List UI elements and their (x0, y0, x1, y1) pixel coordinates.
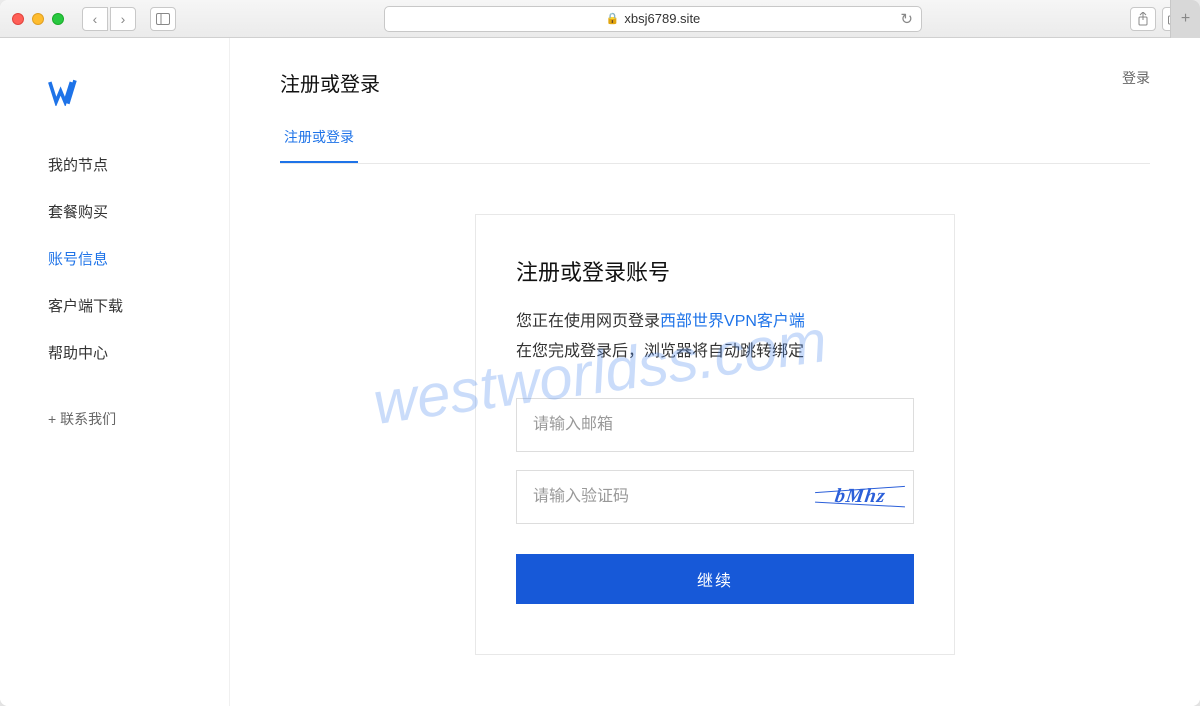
lock-icon: 🔒 (606, 12, 620, 25)
login-card: 注册或登录账号 您正在使用网页登录西部世界VPN客户端 在您完成登录后，浏览器将… (475, 214, 955, 655)
sidebar-item-contact[interactable]: + 联系我们 (0, 396, 229, 442)
card-title: 注册或登录账号 (516, 255, 914, 287)
card-desc-prefix: 您正在使用网页登录 (516, 313, 660, 330)
sidebar: 我的节点 套餐购买 账号信息 客户端下载 帮助中心 + 联系我们 (0, 38, 230, 706)
page-title: 注册或登录 (280, 68, 380, 97)
vpn-client-link[interactable]: 西部世界VPN客户端 (660, 313, 805, 330)
back-button[interactable]: ‹ (82, 7, 108, 31)
captcha-text: bMhz (833, 485, 887, 508)
sidebar-item-nodes[interactable]: 我的节点 (0, 141, 229, 188)
maximize-window-button[interactable] (52, 13, 64, 25)
share-button[interactable] (1130, 7, 1156, 31)
url-host: xbsj6789.site (624, 11, 700, 26)
sidebar-toggle-button[interactable] (150, 7, 176, 31)
tab-register-login[interactable]: 注册或登录 (280, 127, 358, 163)
sidebar-item-download[interactable]: 客户端下载 (0, 282, 229, 329)
minimize-window-button[interactable] (32, 13, 44, 25)
card-desc-line2: 在您完成登录后，浏览器将自动跳转绑定 (516, 343, 804, 360)
sidebar-item-plans[interactable]: 套餐购买 (0, 188, 229, 235)
captcha-image[interactable]: bMhz (815, 479, 905, 515)
url-bar[interactable]: 🔒 xbsj6789.site ↻ (384, 6, 922, 32)
card-description: 您正在使用网页登录西部世界VPN客户端 在您完成登录后，浏览器将自动跳转绑定 (516, 307, 914, 368)
logo (0, 78, 229, 141)
reload-icon[interactable]: ↻ (900, 10, 913, 28)
sidebar-item-account[interactable]: 账号信息 (0, 235, 229, 282)
continue-button[interactable]: 继续 (516, 554, 914, 604)
header-login-link[interactable]: 登录 (1122, 68, 1150, 88)
main-area: 注册或登录 登录 注册或登录 注册或登录账号 您正在使用网页登录西部世界VPN客… (230, 38, 1200, 706)
email-input[interactable] (516, 398, 914, 452)
sidebar-item-help[interactable]: 帮助中心 (0, 329, 229, 376)
close-window-button[interactable] (12, 13, 24, 25)
browser-titlebar: ‹ › 🔒 xbsj6789.site ↻ + (0, 0, 1200, 38)
tabs: 注册或登录 (280, 127, 1150, 164)
captcha-input[interactable] (517, 471, 805, 523)
new-tab-button[interactable]: + (1170, 0, 1200, 38)
forward-button[interactable]: › (110, 7, 136, 31)
